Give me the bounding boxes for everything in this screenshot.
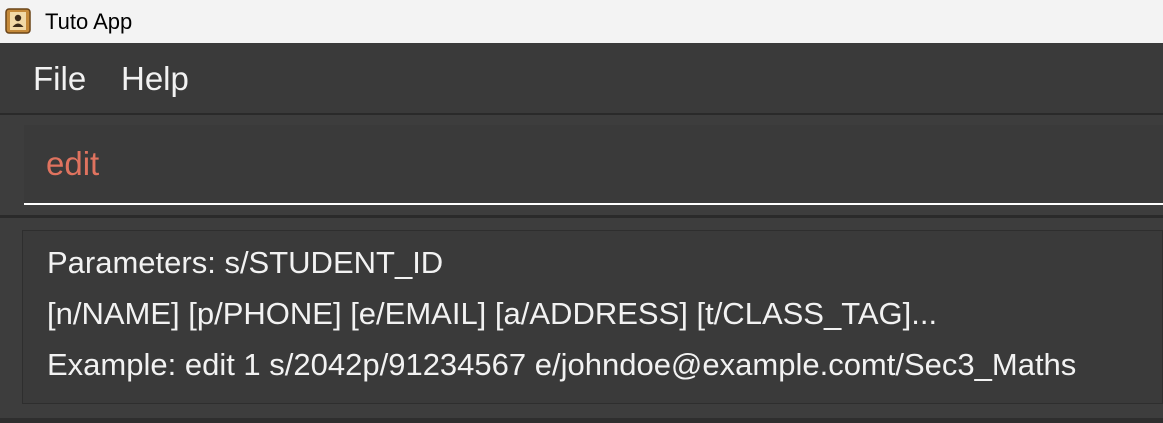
window-title: Tuto App xyxy=(45,9,133,34)
menu-bar: File Help xyxy=(0,43,1163,113)
app-window: Tuto App File Help Parameters: s/STUDENT… xyxy=(0,0,1163,423)
menu-file[interactable]: File xyxy=(33,59,86,99)
panel-divider xyxy=(0,418,1163,423)
result-line: Example: edit 1 s/2042p/91234567 e/johnd… xyxy=(47,347,1077,382)
command-input[interactable] xyxy=(24,125,1163,203)
result-panel: Parameters: s/STUDENT_ID [n/NAME] [p/PHO… xyxy=(0,215,1163,423)
command-input-underline xyxy=(24,203,1163,205)
contact-book-icon xyxy=(5,8,31,34)
command-panel xyxy=(0,113,1163,215)
menu-help[interactable]: Help xyxy=(121,59,189,99)
title-bar[interactable]: Tuto App xyxy=(0,0,1163,43)
result-line: Parameters: s/STUDENT_ID xyxy=(47,245,444,280)
result-line: [n/NAME] [p/PHONE] [e/EMAIL] [a/ADDRESS]… xyxy=(47,296,938,331)
command-box xyxy=(24,125,1163,205)
result-display[interactable]: Parameters: s/STUDENT_ID [n/NAME] [p/PHO… xyxy=(22,230,1163,404)
